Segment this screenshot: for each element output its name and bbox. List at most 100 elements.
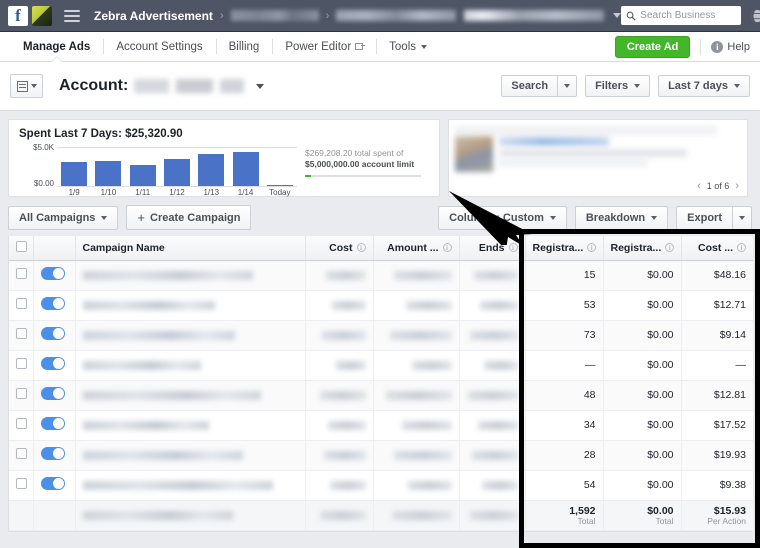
cost-per-registration-cell: —: [681, 350, 753, 381]
ends-cell: [459, 290, 526, 321]
chart-plot-area: 1/9 1/10 1/11 1/12 1/13 1/14 Today: [57, 147, 297, 197]
row-checkbox[interactable]: [16, 418, 27, 429]
facebook-f-logo[interactable]: f: [8, 5, 28, 26]
total-registrations-sub: Total: [577, 515, 596, 526]
chart-bar[interactable]: [232, 152, 259, 186]
search-input[interactable]: Search Business: [621, 6, 742, 25]
columns-button[interactable]: Columns: Custom: [438, 205, 567, 230]
info-icon[interactable]: i: [356, 242, 366, 252]
campaign-name-cell: [75, 320, 306, 351]
table-row[interactable]: 48 $0.00 $12.81: [9, 380, 753, 411]
tab-manage-ads[interactable]: Manage Ads: [10, 32, 103, 61]
columns-label: Columns: Custom: [449, 211, 544, 224]
chart-bar-column: [228, 147, 262, 186]
row-checkbox[interactable]: [16, 358, 27, 369]
search-button[interactable]: Search: [501, 75, 558, 97]
amount-header[interactable]: Amount ... i: [373, 236, 460, 261]
account-list-button[interactable]: [10, 74, 43, 98]
all-campaigns-dropdown[interactable]: All Campaigns: [8, 205, 119, 230]
campaign-status-toggle[interactable]: [40, 447, 65, 460]
top-navigation-bar: f Zebra Advertisement › › Search Busines…: [0, 0, 760, 32]
breadcrumb-redacted-2[interactable]: [336, 10, 457, 21]
table-row[interactable]: 54 $0.00 $9.38: [9, 470, 753, 501]
tab-account-settings[interactable]: Account Settings: [103, 32, 215, 61]
pager-prev-icon[interactable]: ‹: [697, 180, 701, 192]
account-label: Account:: [59, 77, 129, 94]
registrations-header[interactable]: Registra... i: [525, 236, 604, 261]
info-icon[interactable]: i: [442, 242, 452, 252]
table-row[interactable]: 28 $0.00 $19.93: [9, 440, 753, 471]
campaign-name-redacted: [82, 330, 235, 340]
total-select-cell: [9, 500, 34, 531]
y-tick-top: $5.0K: [33, 143, 54, 152]
create-campaign-button[interactable]: + Create Campaign: [126, 205, 252, 230]
tab-tools[interactable]: Tools: [376, 32, 440, 61]
campaigns-table-wrapper: Campaign Name Cost i Amount ... i Ends i Re: [8, 236, 753, 532]
table-row[interactable]: 53 $0.00 $12.71: [9, 290, 753, 321]
table-header-row: Campaign Name Cost i Amount ... i Ends i Re: [9, 236, 753, 261]
account-chevron-down-icon[interactable]: [256, 83, 265, 89]
table-row[interactable]: 34 $0.00 $17.52: [9, 410, 753, 441]
chevron-down-icon[interactable]: [613, 13, 622, 18]
chart-bar[interactable]: [129, 164, 156, 186]
help-button[interactable]: i Help: [711, 40, 750, 53]
campaign-status-toggle[interactable]: [40, 417, 65, 430]
ends-header[interactable]: Ends i: [459, 236, 526, 261]
chart-bar[interactable]: [95, 161, 122, 186]
breadcrumb-redacted-1[interactable]: [230, 10, 319, 21]
info-icon[interactable]: i: [665, 242, 675, 252]
filters-label: Filters: [595, 80, 629, 92]
row-checkbox[interactable]: [16, 478, 27, 489]
amount-header-label: Amount ...: [387, 241, 439, 254]
campaign-status-toggle[interactable]: [40, 387, 65, 400]
cost-header[interactable]: Cost i: [305, 236, 374, 261]
search-dropdown-button[interactable]: [557, 75, 578, 97]
chart-bar[interactable]: [61, 161, 88, 186]
hamburger-menu-icon[interactable]: [64, 7, 80, 25]
campaign-status-toggle[interactable]: [40, 327, 65, 340]
chart-bar-column: [57, 147, 91, 186]
registrations-value-cell: $0.00: [603, 440, 682, 471]
limit-progress-fill: [305, 175, 312, 177]
info-icon[interactable]: i: [587, 242, 597, 252]
table-row[interactable]: 15 $0.00 $48.16: [9, 260, 753, 291]
campaign-status-toggle[interactable]: [40, 267, 65, 280]
gridline-bottom: [57, 186, 297, 187]
tab-power-editor[interactable]: Power Editor: [272, 32, 376, 61]
cost-per-registration-header[interactable]: Cost ... i: [681, 236, 753, 261]
info-icon[interactable]: i: [508, 242, 518, 252]
row-checkbox[interactable]: [16, 448, 27, 459]
chart-bar[interactable]: [163, 158, 190, 186]
campaign-status-toggle[interactable]: [40, 477, 65, 490]
date-range-button[interactable]: Last 7 days: [658, 75, 750, 97]
globe-icon[interactable]: [750, 9, 760, 23]
row-status-cell: [33, 440, 76, 471]
info-icon[interactable]: i: [737, 242, 746, 252]
promo-preview-redacted: [455, 126, 741, 174]
select-all-checkbox[interactable]: [16, 240, 27, 252]
export-button[interactable]: Export: [676, 205, 732, 230]
row-checkbox[interactable]: [16, 328, 27, 339]
pager-next-icon[interactable]: ›: [735, 180, 739, 192]
campaign-name-header[interactable]: Campaign Name: [75, 236, 306, 261]
row-checkbox[interactable]: [16, 268, 27, 279]
export-dropdown-button[interactable]: [732, 205, 752, 230]
row-checkbox[interactable]: [16, 388, 27, 399]
business-title[interactable]: Zebra Advertisement: [94, 9, 213, 23]
campaign-status-toggle[interactable]: [40, 357, 65, 370]
total-name-cell: [75, 500, 306, 531]
row-checkbox[interactable]: [16, 298, 27, 309]
table-row[interactable]: 73 $0.00 $9.14: [9, 320, 753, 351]
table-row[interactable]: — $0.00—: [9, 350, 753, 381]
tab-billing[interactable]: Billing: [215, 32, 273, 61]
business-manager-logo[interactable]: [32, 5, 52, 26]
campaign-status-toggle[interactable]: [40, 297, 65, 310]
breakdown-button[interactable]: Breakdown: [574, 205, 669, 230]
amount-redacted: [401, 420, 452, 430]
chart-bar[interactable]: [266, 184, 293, 186]
registrations-value-header[interactable]: Registra... i: [603, 236, 682, 261]
filters-button[interactable]: Filters: [585, 75, 651, 97]
chart-bar[interactable]: [198, 153, 225, 186]
create-ad-button[interactable]: Create Ad: [614, 35, 691, 58]
breadcrumb-redacted-3[interactable]: [464, 10, 605, 21]
